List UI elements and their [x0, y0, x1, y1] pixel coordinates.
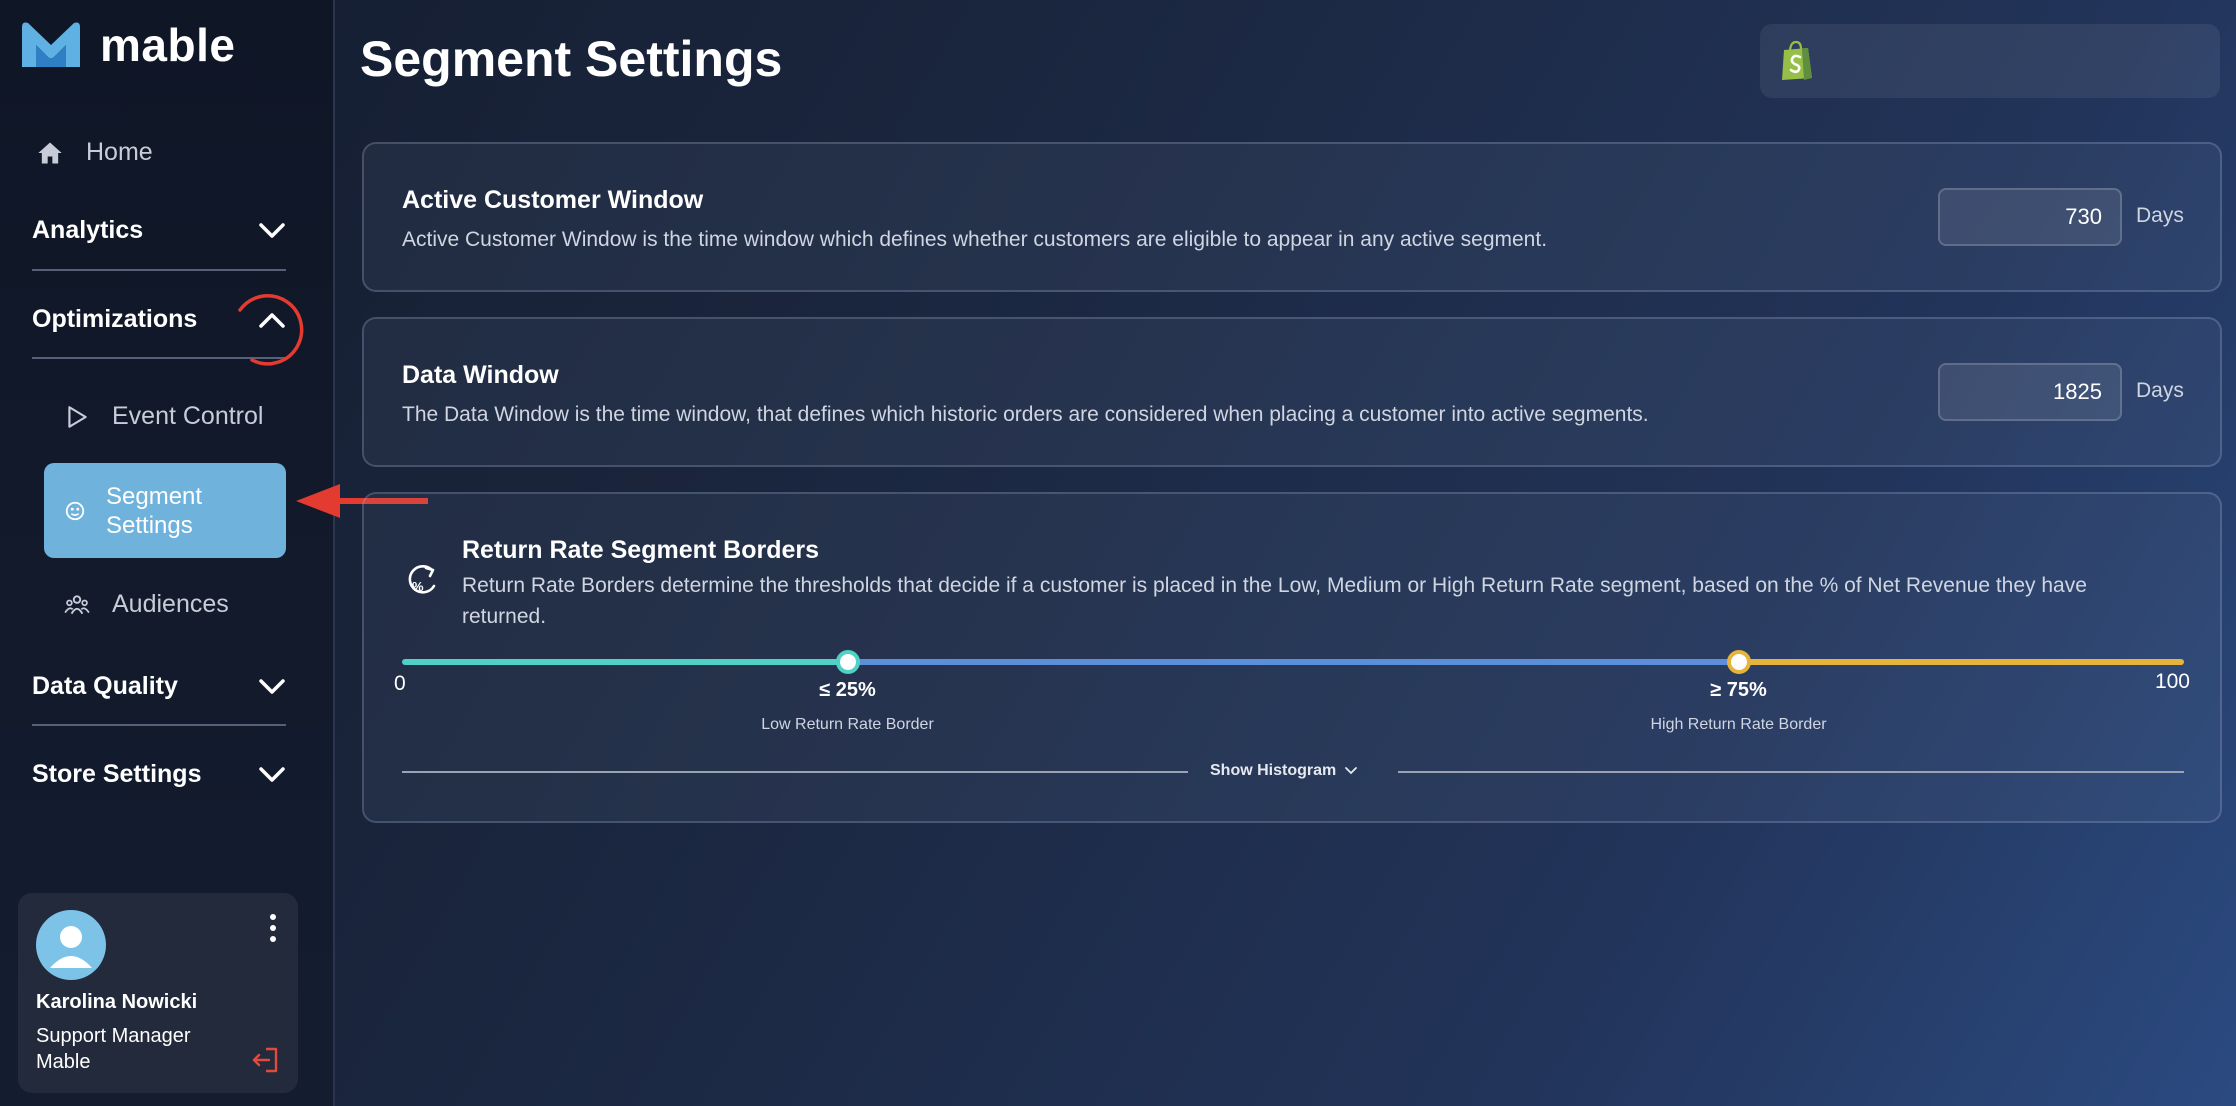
nav-group-data-quality-label: Data Quality [32, 672, 178, 700]
low-border-value: ≤ 25% [819, 679, 876, 701]
active-window-days-input[interactable] [1938, 188, 2122, 246]
slider-max-label: 100 [2154, 670, 2190, 693]
data-window-title: Data Window [402, 361, 559, 389]
user-name: Karolina Nowicki [36, 991, 198, 1013]
nav-item-home-label: Home [86, 138, 153, 166]
nav-item-segment-settings[interactable]: Segment Settings [44, 463, 286, 558]
nav-item-event-control-label: Event Control [112, 402, 264, 430]
active-window-unit: Days [2136, 204, 2184, 227]
nav-group-analytics[interactable]: Analytics [32, 216, 286, 245]
show-histogram-button[interactable]: Show Histogram [1210, 762, 1358, 780]
home-icon [38, 142, 62, 163]
nav-item-segment-settings-line2: Settings [106, 511, 193, 539]
logout-icon[interactable] [250, 1045, 280, 1075]
user-role: Support Manager [36, 1025, 191, 1047]
brand-logo[interactable]: mable [18, 18, 235, 72]
play-icon [68, 405, 87, 428]
active-window-title: Active Customer Window [402, 186, 704, 214]
chevron-down-icon [1345, 767, 1358, 775]
high-border-label: High Return Rate Border [1650, 716, 1827, 733]
nav-item-event-control[interactable]: Event Control [64, 402, 263, 431]
data-window-description: The Data Window is the time window, that… [402, 403, 1649, 426]
return-rate-card: % Return Rate Segment Borders Return Rat… [362, 492, 2222, 823]
histogram-divider-left [402, 771, 1188, 773]
show-histogram-label: Show Histogram [1210, 762, 1337, 779]
mid-segment-track[interactable] [847, 659, 1739, 665]
nav-group-data-quality[interactable]: Data Quality [32, 672, 286, 701]
return-rate-description: Return Rate Borders determine the thresh… [462, 574, 2087, 628]
more-options-icon[interactable] [268, 913, 278, 943]
chevron-down-icon[interactable] [258, 766, 286, 784]
nav-group-optimizations-label: Optimizations [32, 305, 198, 333]
histogram-divider-right [1398, 771, 2184, 773]
return-rate-icon: % [408, 565, 436, 594]
low-segment-track[interactable] [402, 659, 848, 665]
user-role-block: Support Manager Mable [36, 1023, 236, 1075]
annotation-circle [238, 294, 304, 366]
segment-icon [65, 501, 85, 520]
low-border-handle[interactable] [835, 650, 860, 674]
user-card: Karolina Nowicki Support Manager Mable [18, 893, 298, 1093]
low-border-label: Low Return Rate Border [761, 716, 934, 733]
high-border-value: ≥ 75% [1710, 679, 1767, 701]
nav-divider [32, 269, 286, 271]
active-window-description: Active Customer Window is the time windo… [402, 228, 1548, 251]
high-border-handle[interactable] [1726, 650, 1751, 674]
svg-text:%: % [412, 579, 424, 594]
mable-logo-icon [22, 22, 80, 67]
brand-name: mable [100, 19, 236, 71]
nav-item-segment-settings-label: Segment Settings [106, 482, 202, 540]
shopify-icon [1782, 40, 1812, 80]
nav-item-audiences-label: Audiences [112, 590, 229, 618]
nav-group-store-settings-label: Store Settings [32, 760, 202, 788]
active-customer-window-card: Active Customer Window Active Customer W… [362, 142, 2222, 292]
data-window-days-input[interactable] [1938, 363, 2122, 421]
return-rate-title: Return Rate Segment Borders [462, 536, 820, 564]
user-company: Mable [36, 1051, 91, 1073]
avatar[interactable] [36, 910, 106, 980]
nav-item-home[interactable]: Home [36, 138, 153, 167]
nav-item-audiences[interactable]: Audiences [64, 590, 229, 619]
page-title: Segment Settings [360, 31, 783, 87]
chevron-down-icon[interactable] [258, 222, 286, 240]
nav-item-segment-settings-line1: Segment [106, 482, 203, 510]
data-window-unit: Days [2136, 379, 2184, 402]
audiences-icon [64, 594, 90, 614]
data-window-card: Data Window The Data Window is the time … [362, 317, 2222, 467]
store-selector[interactable] [1760, 24, 2220, 98]
nav-group-analytics-label: Analytics [32, 216, 144, 244]
slider-min-label: 0 [394, 672, 406, 695]
chevron-down-icon[interactable] [258, 678, 286, 696]
high-segment-track[interactable] [1738, 659, 2184, 665]
user-icon [50, 926, 92, 968]
nav-group-store-settings[interactable]: Store Settings [32, 760, 286, 789]
sidebar: mable Home Analytics Optimizations Event… [0, 0, 428, 1106]
nav-divider [32, 724, 286, 726]
